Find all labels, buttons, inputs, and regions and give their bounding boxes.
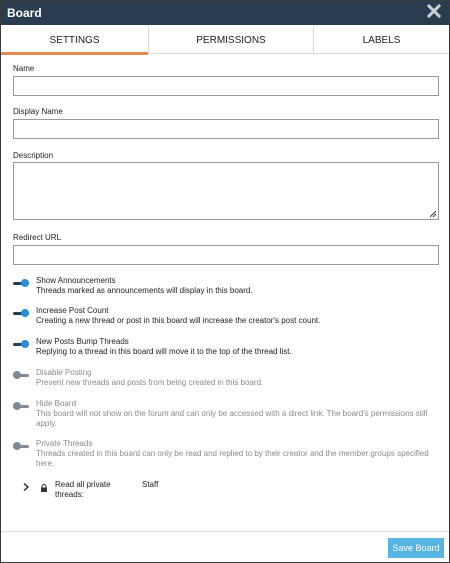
private-permission-row[interactable]: Read all private threads: Staff	[23, 480, 323, 504]
toggle-description: Threads created in this board can only b…	[36, 449, 429, 468]
settings-panel: Name Display Name Description Redirect U…	[1, 55, 449, 531]
dialog-title: Board	[7, 6, 42, 20]
toggle-title: Disable Posting	[36, 368, 92, 377]
toggle-description: Replying to a thread in this board will …	[36, 347, 292, 356]
save-board-button[interactable]: Save Board	[388, 538, 444, 558]
toggle-title: Private Threads	[36, 439, 93, 448]
tab-labels[interactable]: LABELS	[314, 26, 449, 54]
toggle-title: Show Announcements	[36, 276, 116, 285]
tab-bar: SETTINGS PERMISSIONS LABELS	[1, 26, 449, 55]
display-name-input[interactable]	[13, 119, 439, 139]
tab-settings[interactable]: SETTINGS	[1, 26, 149, 55]
private-permission-label: Read all private threads:	[55, 480, 111, 499]
description-textarea[interactable]	[13, 162, 439, 220]
hide-board-toggle[interactable]	[13, 401, 29, 411]
description-label: Description	[13, 151, 54, 160]
name-input[interactable]	[13, 76, 439, 96]
private-threads-toggle[interactable]	[13, 441, 29, 451]
name-label: Name	[13, 64, 35, 73]
tab-permissions[interactable]: PERMISSIONS	[149, 26, 314, 54]
private-permission-value: Staff	[142, 480, 159, 489]
dialog-titlebar: Board	[1, 1, 449, 25]
dialog-footer: Save Board	[1, 531, 449, 562]
redirect-url-label: Redirect URL	[13, 233, 62, 242]
display-name-label: Display Name	[13, 107, 63, 116]
toggle-title: Increase Post Count	[36, 306, 109, 315]
increase-post-count-toggle[interactable]	[13, 308, 29, 318]
resize-grip-icon[interactable]	[430, 211, 436, 217]
disable-posting-toggle[interactable]	[13, 370, 29, 380]
close-icon[interactable]	[427, 4, 441, 18]
toggle-title: New Posts Bump Threads	[36, 337, 129, 346]
toggle-description: Prevent new threads and posts from being…	[36, 378, 264, 387]
toggle-description: This board will not show on the forum an…	[36, 409, 428, 428]
board-dialog: Board SETTINGS PERMISSIONS LABELS Name D…	[0, 0, 450, 563]
toggle-title: Hide Board	[36, 399, 77, 408]
redirect-url-input[interactable]	[13, 245, 439, 265]
chevron-right-icon[interactable]	[23, 483, 29, 491]
lock-icon	[41, 484, 47, 492]
toggle-description: Threads marked as announcements will dis…	[36, 286, 253, 295]
new-posts-bump-toggle[interactable]	[13, 339, 29, 349]
toggle-description: Creating a new thread or post in this bo…	[36, 316, 321, 325]
show-announcements-toggle[interactable]	[13, 278, 29, 288]
